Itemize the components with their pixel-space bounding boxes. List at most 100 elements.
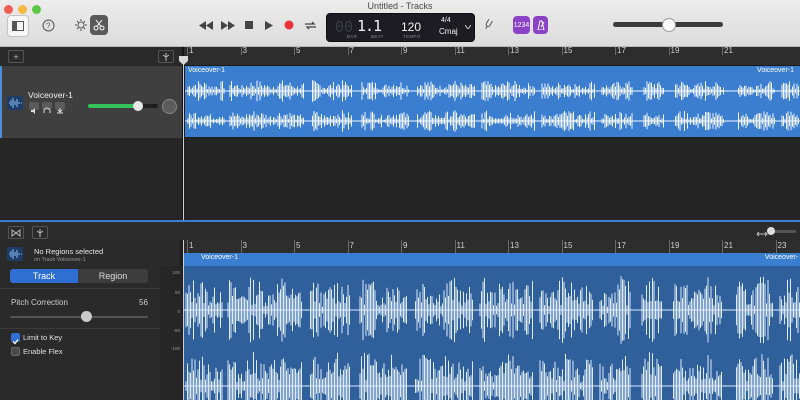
solo-button[interactable]	[42, 102, 52, 113]
editor-zoom-slider[interactable]	[772, 230, 796, 233]
limit-to-key-label: Limit to Key	[23, 333, 63, 342]
ruler-tick-label: 19	[670, 46, 680, 55]
ruler-tick-label: 15	[563, 241, 573, 250]
help-button[interactable]: ?	[40, 15, 56, 35]
ruler-tick	[240, 240, 242, 253]
tuning-fork-icon	[485, 19, 493, 30]
ruler-tick-label: 15	[563, 46, 573, 55]
limit-to-key-checkbox[interactable]	[11, 333, 20, 345]
ruler-tick	[722, 240, 723, 253]
rewind-button[interactable]	[198, 15, 214, 35]
ruler-tick	[187, 47, 188, 55]
ruler-tick	[668, 240, 670, 253]
editor-waveform-area[interactable]	[183, 266, 800, 400]
library-button[interactable]	[7, 15, 29, 37]
y-label: -50	[173, 328, 180, 333]
editor-zoom-knob[interactable]	[767, 227, 775, 235]
inspector-track-icon	[7, 247, 23, 261]
y-label: 0	[177, 309, 180, 314]
catch-playhead-button[interactable]	[158, 50, 174, 63]
scissors-icon	[93, 19, 105, 31]
playhead-icon[interactable]	[179, 56, 188, 65]
stop-button[interactable]	[242, 15, 256, 35]
ruler-tick-label: 7	[349, 46, 354, 55]
count-in-button[interactable]: 1234	[513, 16, 530, 34]
editor-catch-button[interactable]	[32, 226, 48, 239]
input-icon	[57, 108, 63, 114]
window-title: Untitled - Tracks	[367, 1, 433, 11]
mute-button[interactable]	[29, 102, 39, 114]
checkmark-icon	[12, 339, 19, 345]
tab-region[interactable]: Region	[78, 269, 148, 283]
tab-region-label: Region	[98, 271, 128, 281]
ruler-tick	[561, 47, 563, 55]
lcd-key: Cmaj	[439, 27, 458, 36]
ruler-tick	[401, 47, 402, 55]
no-region-subtitle: on Track Voiceover-1	[34, 257, 86, 263]
svg-text:00: 00	[335, 19, 353, 33]
tuner-button[interactable]	[482, 15, 496, 35]
cycle-icon	[304, 21, 316, 29]
pitch-correction-knob[interactable]	[81, 311, 92, 322]
ruler-tick-label: 1	[189, 46, 194, 55]
play-button[interactable]	[262, 15, 276, 35]
lcd-time-signature: 4/4	[441, 17, 451, 24]
editor-playhead[interactable]	[183, 240, 184, 400]
editor-view-button[interactable]	[8, 226, 24, 239]
ruler-tick-label: 21	[724, 241, 733, 250]
pan-knob[interactable]	[162, 99, 177, 114]
fast-forward-button[interactable]	[220, 15, 236, 35]
ruler-tick-label: 17	[617, 46, 626, 55]
minimize-window-button[interactable]	[18, 5, 27, 14]
ruler-tick	[615, 240, 616, 253]
track-volume-slider[interactable]	[88, 104, 158, 108]
flex-icon	[11, 228, 21, 237]
pitch-correction-label: Pitch Correction	[11, 298, 68, 307]
fast-forward-icon	[221, 20, 235, 30]
waveform-icon	[9, 98, 22, 108]
ruler-tick	[508, 240, 509, 253]
help-icon: ?	[42, 19, 54, 31]
add-track-button[interactable]: +	[8, 50, 24, 63]
master-volume-knob[interactable]	[662, 18, 676, 32]
empty-track-lane[interactable]	[185, 138, 800, 220]
enable-flex-checkbox[interactable]	[11, 347, 20, 356]
playhead-catch-icon	[162, 52, 170, 61]
lcd-bar-label: BAR	[347, 34, 358, 39]
count-in-label: 1234	[513, 21, 530, 29]
lcd-display[interactable]: 00 1 . 1 BAR BEAT 120 TEMPO 4/4 Cmaj	[326, 13, 475, 42]
ruler-tick	[294, 47, 295, 55]
track-name[interactable]: Voiceover-1	[28, 90, 73, 100]
y-label: 100	[172, 270, 180, 275]
ruler-tick-label: 3	[242, 46, 247, 55]
tab-track[interactable]: Track	[10, 269, 78, 283]
editors-button[interactable]	[90, 15, 108, 35]
track-volume-knob[interactable]	[133, 101, 143, 111]
input-monitor-button[interactable]	[55, 102, 65, 114]
ruler-tick	[615, 47, 616, 55]
editor-region-header[interactable]: Voiceover-1 Voiceover-	[183, 253, 800, 266]
record-button[interactable]	[282, 15, 296, 35]
metronome-button[interactable]	[533, 16, 548, 34]
inspector-divider	[0, 288, 160, 289]
cycle-button[interactable]	[302, 15, 318, 35]
timeline-ruler[interactable]: 1 3 5 7 9 11 13 15 17 19 21	[184, 46, 800, 66]
close-window-button[interactable]	[4, 5, 13, 14]
ruler-tick-label: 13	[510, 241, 519, 250]
pitch-correction-slider[interactable]	[10, 316, 148, 318]
audio-region[interactable]: Voiceover-1 Voiceover-1	[185, 66, 800, 137]
smart-controls-button[interactable]	[73, 15, 89, 35]
ruler-tick	[187, 240, 188, 253]
inspector-divider-2	[0, 328, 160, 329]
track-header-voiceover[interactable]: Voiceover-1	[0, 66, 184, 138]
playhead-line[interactable]	[183, 57, 184, 220]
chevron-down-icon[interactable]	[465, 25, 471, 29]
playhead-catch-icon	[36, 228, 44, 237]
zoom-window-button[interactable]	[32, 5, 41, 14]
ruler-tick	[722, 47, 723, 55]
plus-icon: +	[13, 51, 19, 62]
ruler-tick	[401, 240, 402, 253]
ruler-tick	[561, 240, 563, 253]
editor-ruler[interactable]: 1 3 5 7 9 11 13 15 17 19 21 23	[183, 240, 800, 253]
ruler-tick	[668, 47, 670, 55]
